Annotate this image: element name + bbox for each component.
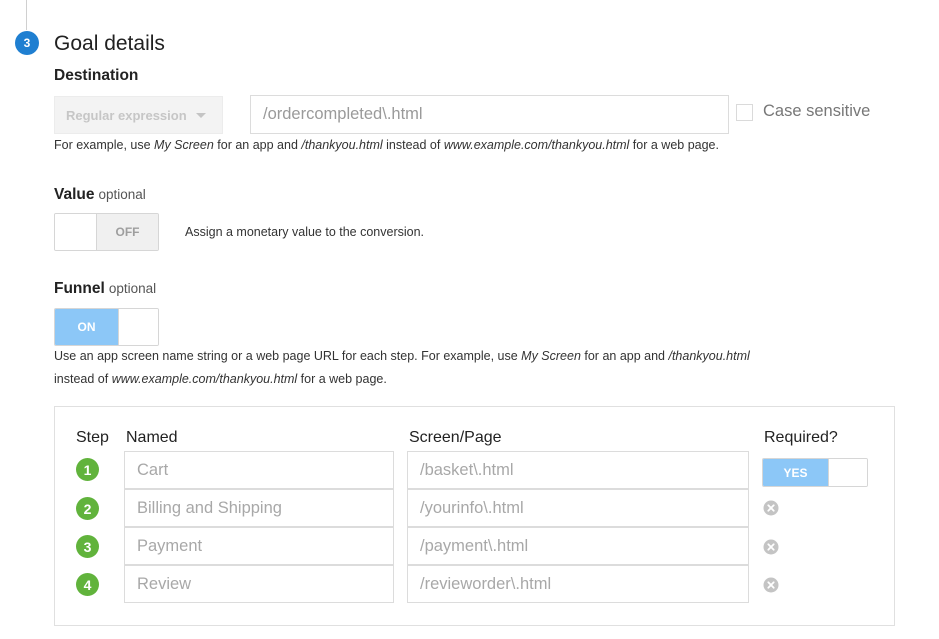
column-header-step: Step — [76, 429, 109, 446]
match-type-value: Regular expression — [66, 107, 187, 123]
funnel-step-number: 2 — [76, 497, 99, 520]
funnel-step-number: 1 — [76, 458, 99, 481]
remove-step-icon[interactable] — [763, 500, 779, 516]
funnel-label: Funnel optional — [54, 280, 157, 297]
column-header-named: Named — [126, 429, 178, 446]
required-toggle[interactable]: YES — [762, 458, 868, 487]
funnel-step-number: 4 — [76, 573, 99, 596]
destination-label: Destination — [54, 67, 139, 84]
case-sensitive-checkbox[interactable] — [736, 104, 753, 121]
funnel-help-text: Use an app screen name string or a web p… — [54, 349, 750, 386]
funnel-step-number: 3 — [76, 535, 99, 558]
case-sensitive-label: Case sensitive — [763, 102, 871, 120]
step-screen-input[interactable]: /revieworder\.html — [407, 565, 749, 603]
section-title: Goal details — [54, 32, 165, 55]
toggle-knob — [828, 459, 867, 486]
step-name-input[interactable]: Billing and Shipping — [124, 489, 394, 527]
toggle-knob — [118, 309, 158, 345]
step-screen-input[interactable]: /basket\.html — [407, 451, 749, 489]
step-connector-line — [26, 0, 27, 30]
toggle-state-label: ON — [55, 309, 118, 345]
toggle-knob — [55, 214, 97, 250]
value-label: Value optional — [54, 186, 146, 203]
match-type-dropdown[interactable]: Regular expression — [54, 96, 223, 134]
funnel-toggle[interactable]: ON — [54, 308, 159, 346]
step-name-input[interactable]: Cart — [124, 451, 394, 489]
remove-step-icon[interactable] — [763, 539, 779, 555]
step-name-input[interactable]: Review — [124, 565, 394, 603]
column-header-screen: Screen/Page — [409, 429, 502, 446]
destination-input[interactable]: /ordercompleted\.html — [250, 95, 729, 134]
toggle-state-label: YES — [763, 459, 828, 486]
toggle-state-label: OFF — [97, 214, 158, 250]
value-toggle[interactable]: OFF — [54, 213, 159, 251]
column-header-required: Required? — [764, 429, 838, 446]
value-help-text: Assign a monetary value to the conversio… — [185, 225, 425, 239]
destination-help-text: For example, use My Screen for an app an… — [54, 138, 719, 152]
remove-step-icon[interactable] — [763, 577, 779, 593]
step-name-input[interactable]: Payment — [124, 527, 394, 565]
step-number-badge: 3 — [15, 31, 39, 55]
caret-down-icon — [195, 112, 206, 118]
step-screen-input[interactable]: /yourinfo\.html — [407, 489, 749, 527]
step-screen-input[interactable]: /payment\.html — [407, 527, 749, 565]
